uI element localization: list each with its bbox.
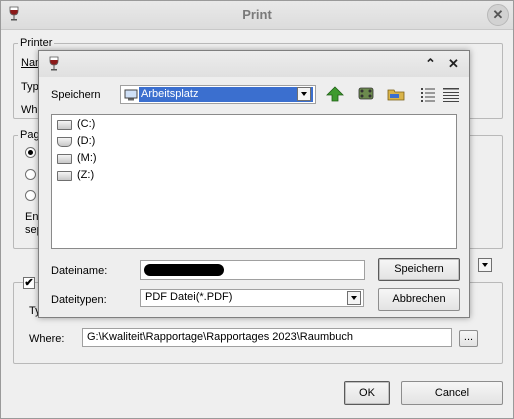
drive-label: (C:) (77, 118, 96, 130)
drive-item-c[interactable]: (C:) (57, 117, 117, 133)
print-window-close-button[interactable]: ✕ (487, 4, 509, 26)
drive-item-d[interactable]: (D:) (57, 134, 117, 150)
location-dropdown-arrow[interactable] (297, 87, 311, 101)
filename-label: Dateiname: (51, 265, 108, 277)
where-path-field[interactable]: G:\Kwaliteit\Rapportage\Rapportages 2023… (82, 328, 452, 347)
where-label: Where: (29, 333, 65, 345)
desktop-icon[interactable] (356, 85, 376, 103)
filetype-label: Dateitypen: (51, 294, 107, 306)
save-file-dialog: ⌃ ✕ Speichern Arbeitsplatz (C:) (D:) (M:… (38, 50, 470, 318)
save-dialog-close-button[interactable]: ✕ (448, 56, 459, 72)
drive-label: (M:) (77, 152, 97, 164)
list-view-icon[interactable] (418, 85, 438, 103)
save-button[interactable]: Speichern (378, 258, 460, 281)
drive-label: (Z:) (77, 169, 95, 181)
print-to-file-checkbox[interactable]: ✔ (23, 277, 35, 289)
location-combobox[interactable]: Arbeitsplatz (120, 85, 316, 104)
page-range-selection-radio[interactable] (25, 169, 36, 180)
drive-icon (57, 120, 72, 130)
save-in-label: Speichern (51, 89, 101, 101)
monitor-icon (124, 89, 138, 101)
filetype-dropdown-arrow[interactable] (347, 291, 361, 305)
page-range-all-radio[interactable] (25, 147, 36, 158)
details-view-icon[interactable] (441, 85, 461, 103)
titlebar-up-button[interactable]: ⌃ (425, 56, 436, 72)
printer-group-legend: Printer (20, 37, 53, 49)
drive-item-m[interactable]: (M:) (57, 151, 117, 167)
filetype-select[interactable]: PDF Datei(*.PDF) (140, 289, 364, 307)
cancel-button[interactable]: Cancel (401, 381, 503, 405)
location-value: Arbeitsplatz (141, 88, 199, 100)
redacted-filename (144, 264, 224, 276)
abbrechen-button[interactable]: Abbrechen (378, 288, 460, 311)
browse-button[interactable]: ... (459, 330, 478, 347)
drive-icon (57, 137, 72, 147)
up-one-level-icon[interactable] (325, 85, 345, 103)
printer-type-label: Typ (21, 81, 39, 93)
drive-icon (57, 154, 72, 164)
save-dialog-titlebar: ⌃ ✕ (39, 51, 469, 77)
ok-button[interactable]: OK (344, 381, 390, 405)
file-list[interactable]: (C:) (D:) (M:) (Z:) (51, 114, 457, 249)
drive-item-z[interactable]: (Z:) (57, 168, 117, 184)
wine-glass-icon (49, 56, 59, 71)
drive-label: (D:) (77, 135, 96, 147)
page-range-pages-radio[interactable] (25, 190, 36, 201)
filename-input[interactable] (140, 260, 365, 280)
drive-icon (57, 171, 72, 181)
print-titlebar: Print ✕ (1, 1, 513, 30)
close-icon: ✕ (492, 7, 504, 22)
new-folder-icon[interactable] (386, 85, 406, 103)
copies-dropdown-button[interactable] (478, 258, 492, 272)
print-window-title: Print (242, 7, 272, 22)
